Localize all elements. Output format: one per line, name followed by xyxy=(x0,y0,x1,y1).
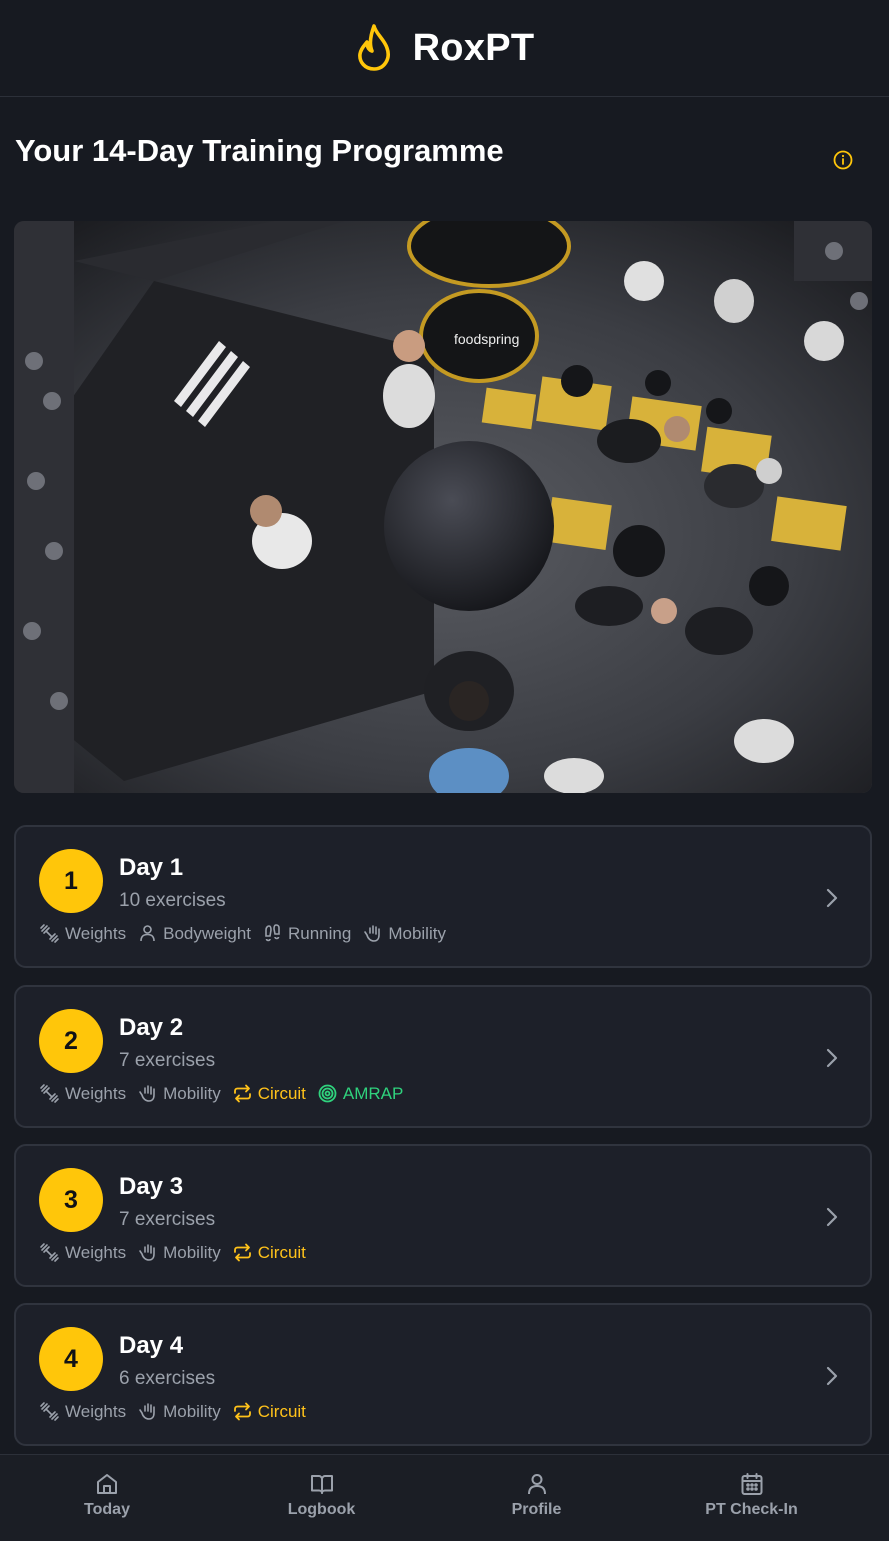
hero-image: foodspring xyxy=(14,221,872,793)
tag-mobility: Mobility xyxy=(137,1083,221,1104)
tag-label: Weights xyxy=(65,1083,127,1103)
tag-label: Weights xyxy=(65,1242,127,1262)
weights-icon xyxy=(40,1243,59,1262)
tag-label: Mobility xyxy=(163,1083,221,1103)
stretch-hand-icon xyxy=(364,925,381,942)
tag-weights: Weights xyxy=(39,923,126,944)
day-title: Day 3 xyxy=(119,1173,184,1200)
tag-label: Weights xyxy=(65,923,127,943)
stretch-hand-icon xyxy=(139,1085,155,1102)
exercise-count: 7 exercises xyxy=(119,1050,216,1071)
day-card[interactable]: 1 Day 1 10 exercises Weights Bodyweight … xyxy=(14,825,872,968)
exercise-count: 7 exercises xyxy=(119,1209,216,1230)
tag-label: Circuit xyxy=(257,1083,306,1103)
nav-logbook[interactable]: Logbook xyxy=(214,1455,429,1541)
calendar-icon xyxy=(741,1473,762,1495)
tag-list: Weights Mobility Circuit xyxy=(39,1242,306,1263)
nav-pt-check-in[interactable]: PT Check-In xyxy=(644,1455,859,1541)
tag-label: AMRAP xyxy=(342,1083,404,1103)
bottom-nav: Today Logbook Profile PT Check-In xyxy=(0,1454,889,1541)
tag-mobility: Mobility xyxy=(137,1242,221,1263)
tag-label: Bodyweight xyxy=(163,923,251,943)
day-title: Day 2 xyxy=(119,1014,184,1041)
book-icon xyxy=(310,1475,333,1494)
nav-today[interactable]: Today xyxy=(0,1455,214,1541)
info-button[interactable] xyxy=(831,148,855,172)
tag-label: Mobility xyxy=(163,1242,221,1262)
exercise-count: 10 exercises xyxy=(119,890,226,911)
day-number-badge: 3 xyxy=(39,1168,103,1232)
info-icon xyxy=(833,150,853,170)
chevron-right-icon xyxy=(822,1363,842,1389)
tag-weights: Weights xyxy=(39,1242,126,1263)
repeat-icon xyxy=(233,1243,251,1262)
app-header: RoxPT xyxy=(0,0,889,97)
target-icon xyxy=(318,1084,337,1103)
tag-bodyweight: Bodyweight xyxy=(137,923,251,944)
tag-weights: Weights xyxy=(39,1083,126,1104)
tag-weights: Weights xyxy=(39,1401,126,1422)
day-number-badge: 1 xyxy=(39,849,103,913)
tag-mobility: Mobility xyxy=(137,1401,221,1422)
footprints-icon xyxy=(265,924,280,942)
day-number-badge: 4 xyxy=(39,1327,103,1391)
weights-icon xyxy=(40,1402,59,1421)
tag-list: Weights Mobility Circuit xyxy=(39,1401,306,1422)
chevron-right-icon xyxy=(822,1204,842,1230)
tag-list: Weights Bodyweight Running Mobility xyxy=(39,923,446,944)
exercise-count: 6 exercises xyxy=(119,1368,216,1389)
app-screen: RoxPT Your 14-Day Training Programme foo… xyxy=(0,0,889,1541)
day-title: Day 4 xyxy=(119,1332,184,1359)
chevron-right-icon xyxy=(822,1045,842,1071)
tag-label: Circuit xyxy=(257,1401,306,1421)
user-icon xyxy=(527,1474,546,1495)
app-name: RoxPT xyxy=(412,26,535,69)
tag-circuit: Circuit xyxy=(232,1401,306,1422)
svg-text:foodspring: foodspring xyxy=(454,331,519,347)
nav-label: Profile xyxy=(511,1501,562,1518)
tag-label: Mobility xyxy=(163,1401,221,1421)
tag-mobility: Mobility xyxy=(362,923,446,944)
stretch-hand-icon xyxy=(139,1403,155,1420)
nav-label: Today xyxy=(84,1501,130,1518)
day-number-badge: 2 xyxy=(39,1009,103,1073)
tag-list: Weights Mobility Circuit AMRAP xyxy=(39,1083,403,1104)
day-card[interactable]: 3 Day 3 7 exercises Weights Mobility Cir… xyxy=(14,1144,872,1287)
repeat-icon xyxy=(233,1084,251,1103)
tag-label: Mobility xyxy=(388,923,446,943)
weights-icon xyxy=(40,1084,59,1103)
day-title: Day 1 xyxy=(119,854,184,881)
tag-label: Running xyxy=(288,923,352,943)
tag-circuit: Circuit xyxy=(232,1083,306,1104)
chevron-right-icon xyxy=(822,885,842,911)
tag-label: Circuit xyxy=(257,1242,306,1262)
person-icon xyxy=(140,925,155,942)
home-icon xyxy=(97,1474,117,1494)
flame-icon xyxy=(357,24,390,71)
nav-label: PT Check-In xyxy=(705,1501,798,1518)
nav-label: Logbook xyxy=(287,1501,356,1518)
nav-profile[interactable]: Profile xyxy=(429,1455,644,1541)
repeat-icon xyxy=(233,1402,251,1421)
page-title: Your 14-Day Training Programme xyxy=(15,133,504,168)
day-card[interactable]: 2 Day 2 7 exercises Weights Mobility Cir… xyxy=(14,985,872,1128)
stretch-hand-icon xyxy=(139,1244,155,1261)
day-card[interactable]: 4 Day 4 6 exercises Weights Mobility Cir… xyxy=(14,1303,872,1446)
weights-icon xyxy=(40,924,59,943)
tag-amrap: AMRAP xyxy=(317,1083,403,1104)
hyrox-gym-overhead-photo: foodspring xyxy=(14,221,872,793)
tag-circuit: Circuit xyxy=(232,1242,306,1263)
tag-running: Running xyxy=(262,923,351,944)
tag-label: Weights xyxy=(65,1401,127,1421)
